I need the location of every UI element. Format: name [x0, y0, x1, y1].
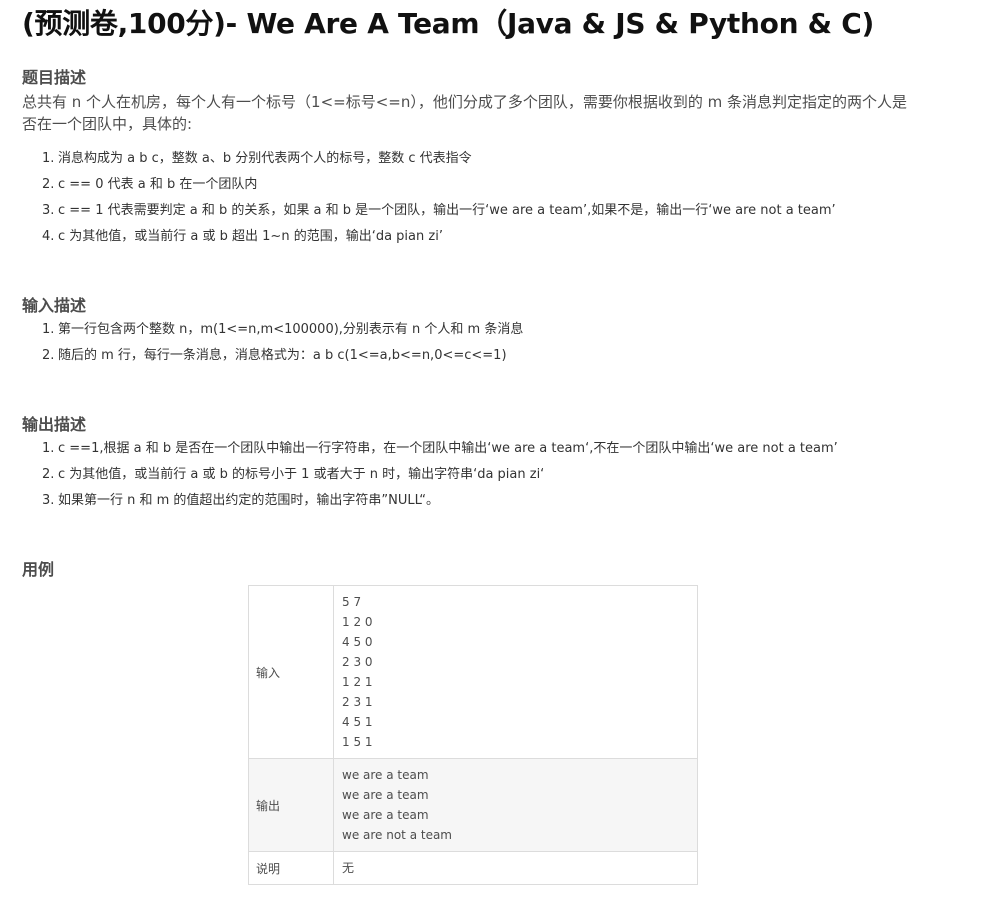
- problem-page: (预测卷,100分)- We Are A Team（Java & JS & Py…: [0, 0, 982, 901]
- note-label: 说明: [248, 851, 334, 885]
- input-value: 5 7 1 2 0 4 5 0 2 3 0 1 2 1 2 3 1 4 5 1 …: [333, 585, 698, 759]
- table-row-input: 输入 5 7 1 2 0 4 5 0 2 3 0 1 2 1 2 3 1 4 5…: [248, 585, 698, 759]
- input-line: 2 3 1: [342, 695, 373, 709]
- description-paragraph: 总共有 n 个人在机房，每个人有一个标号（1<=标号<=n），他们分成了多个团队…: [22, 93, 908, 133]
- output-value: we are a team we are a team we are a tea…: [333, 758, 698, 852]
- input-line: 5 7: [342, 595, 362, 609]
- note-line: 无: [342, 861, 355, 875]
- output-line: we are a team: [342, 788, 429, 802]
- table-row-note: 说明 无: [248, 851, 698, 885]
- page-title: (预测卷,100分)- We Are A Team（Java & JS & Py…: [22, 7, 874, 40]
- output-line: we are a team: [342, 768, 429, 782]
- output-label: 输出: [248, 758, 334, 852]
- description-heading: 题目描述: [22, 68, 87, 87]
- input-label: 输入: [248, 585, 334, 759]
- input-line: 4 5 0: [342, 635, 373, 649]
- output-line: we are a team: [342, 808, 429, 822]
- input-line: 4 5 1: [342, 715, 373, 729]
- output-line: we are not a team: [342, 828, 452, 842]
- example-heading: 用例: [22, 560, 55, 579]
- output-desc-heading: 输出描述: [22, 415, 87, 434]
- input-line: 1 2 1: [342, 675, 373, 689]
- input-line: 2 3 0: [342, 655, 373, 669]
- input-line: 1 5 1: [342, 735, 373, 749]
- example-table: 输入 5 7 1 2 0 4 5 0 2 3 0 1 2 1 2 3 1 4 5…: [248, 585, 698, 885]
- input-line: 1 2 0: [342, 615, 373, 629]
- input-desc-heading: 输入描述: [22, 296, 87, 315]
- note-value: 无: [333, 851, 698, 885]
- table-row-output: 输出 we are a team we are a team we are a …: [248, 758, 698, 852]
